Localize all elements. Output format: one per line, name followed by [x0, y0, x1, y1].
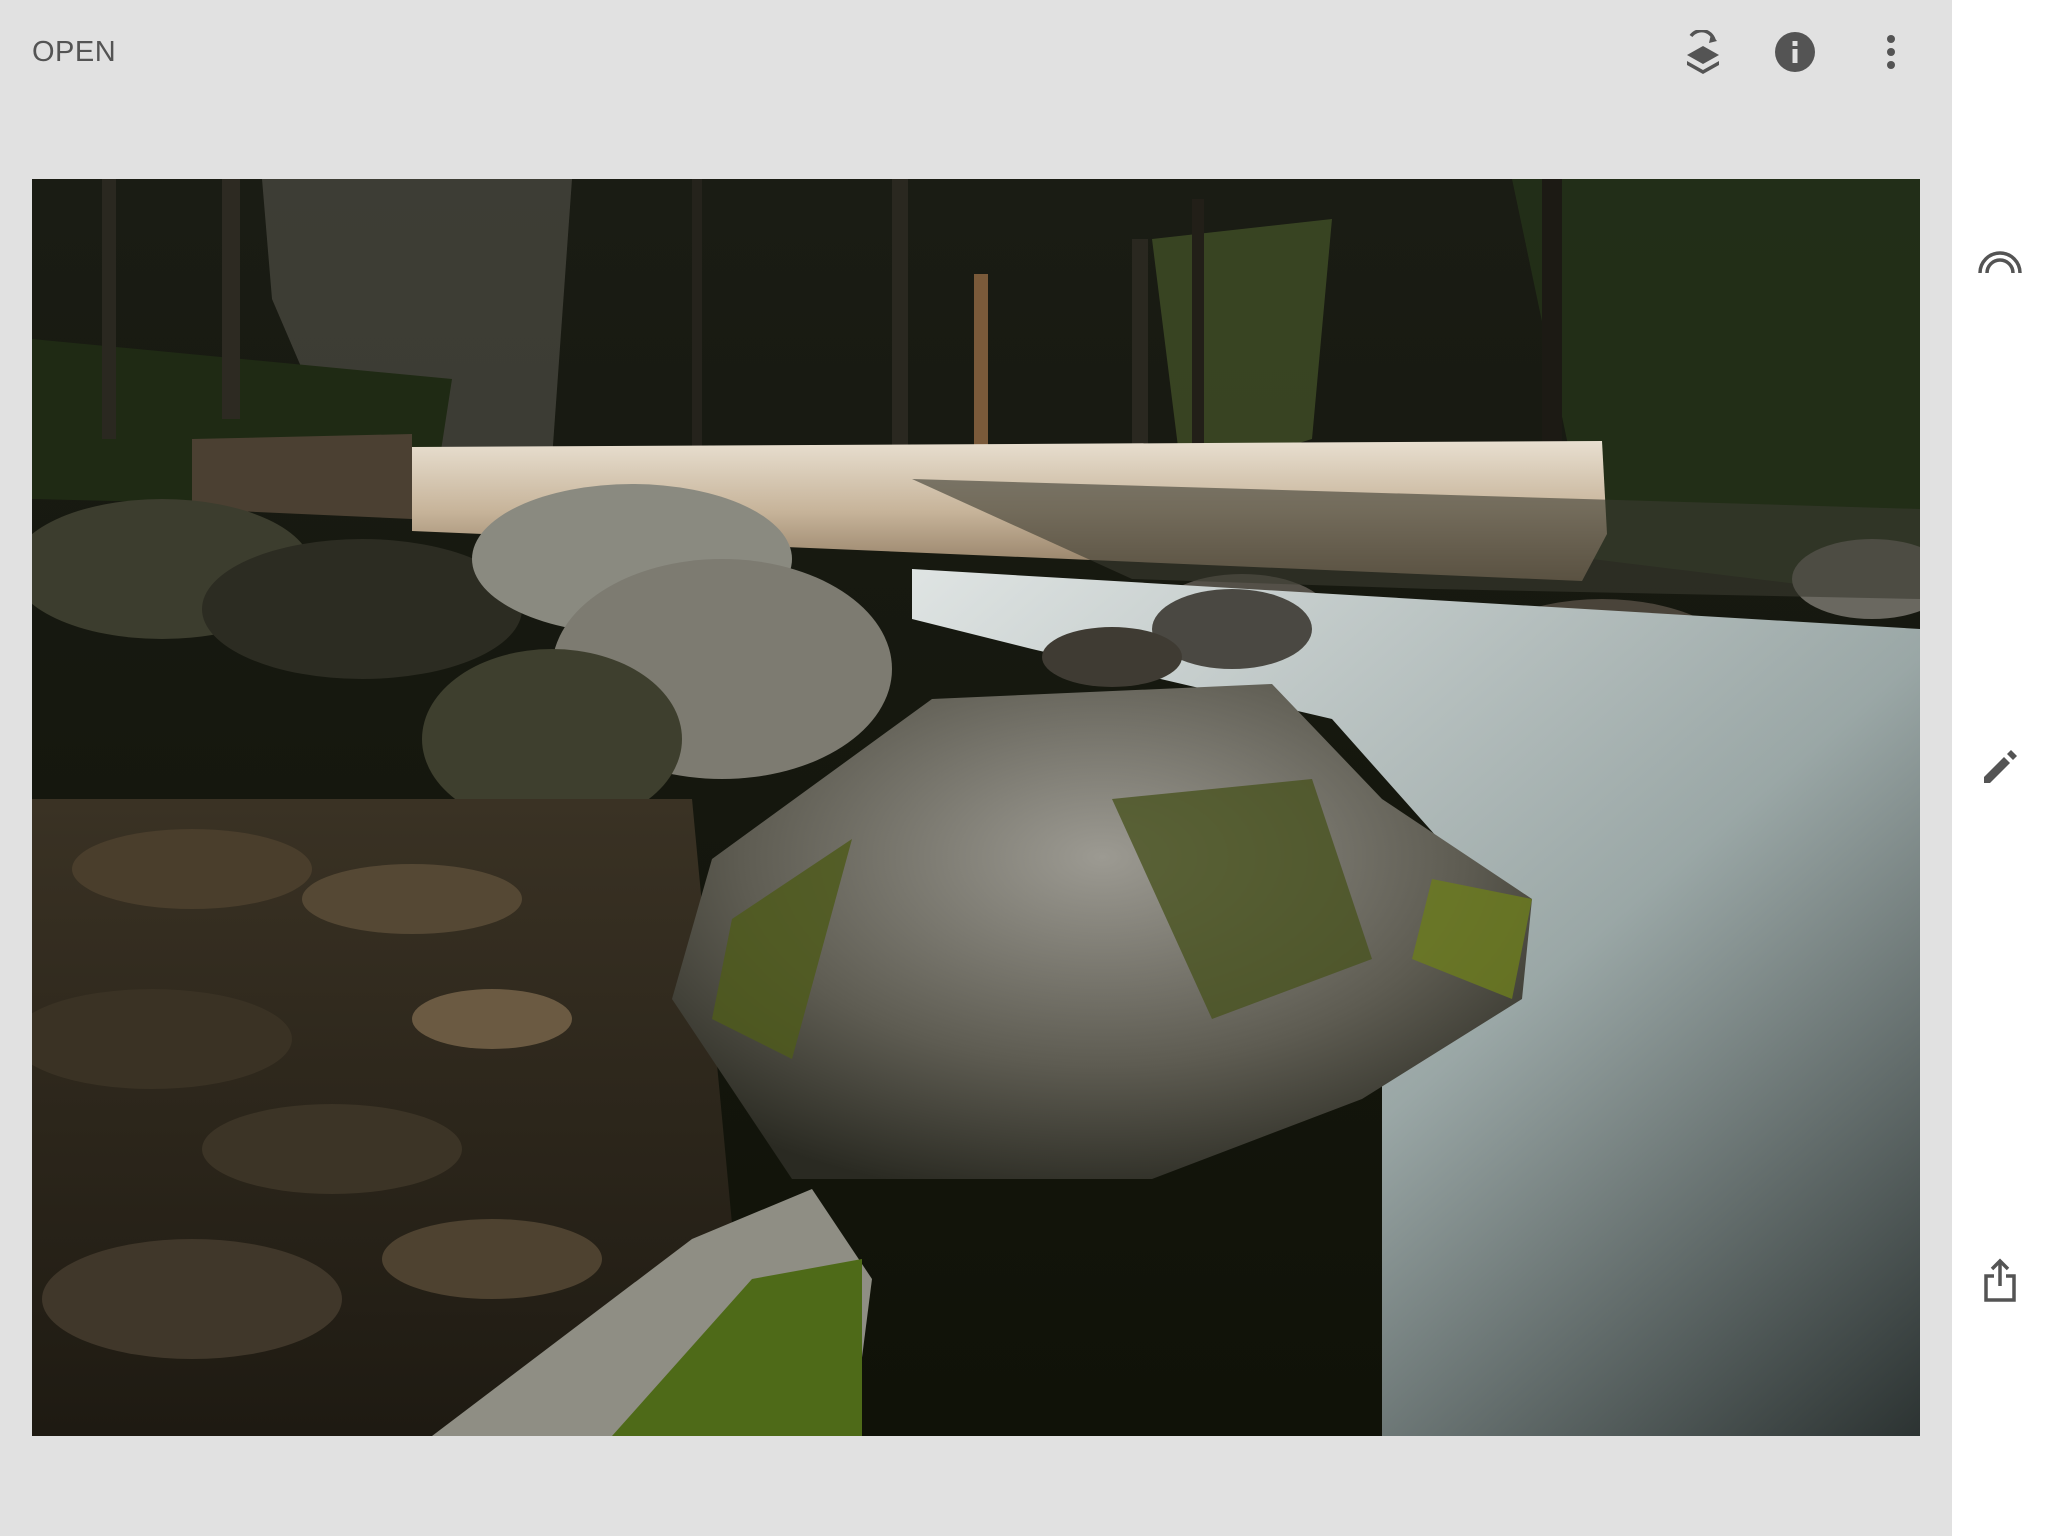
open-button[interactable]: OPEN: [32, 36, 116, 69]
info-icon[interactable]: [1771, 28, 1819, 76]
looks-icon[interactable]: [1976, 236, 2024, 284]
tools-edit-icon[interactable]: [1976, 743, 2024, 791]
export-share-icon[interactable]: [1976, 1256, 2024, 1304]
main-area: OPEN: [0, 0, 1952, 1536]
top-toolbar: OPEN: [0, 0, 1952, 112]
layers-revert-icon[interactable]: [1679, 28, 1727, 76]
stream-photo[interactable]: [32, 179, 1920, 1436]
more-vert-icon[interactable]: [1867, 28, 1915, 76]
right-sidebar: [1952, 0, 2048, 1536]
